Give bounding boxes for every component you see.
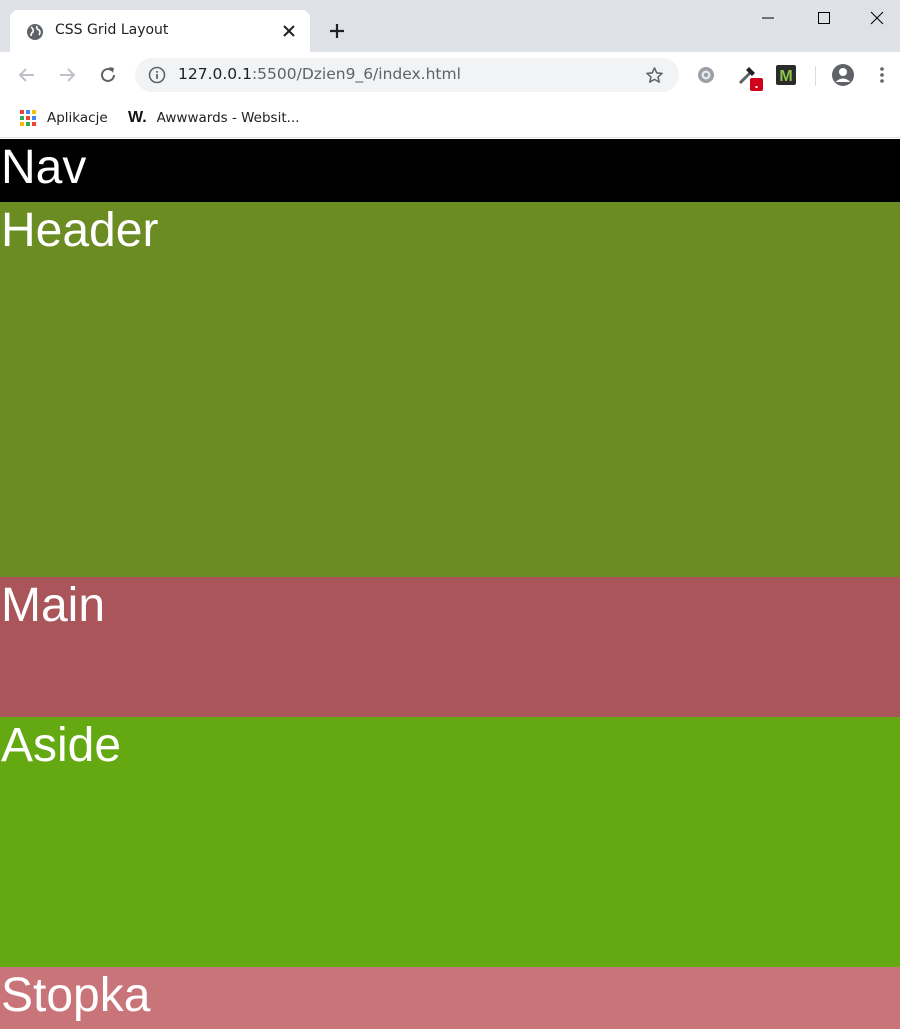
- url-path: :5500/Dzien9_6/index.html: [251, 65, 461, 83]
- close-window-icon: [870, 11, 884, 25]
- toolbar-separator: [815, 66, 816, 86]
- bookmark-label: Aplikacje: [47, 110, 108, 126]
- bookmark-star-icon[interactable]: [645, 66, 664, 85]
- maximize-button[interactable]: [798, 0, 850, 36]
- url-host: 127.0.0.1: [178, 65, 252, 83]
- svg-text:M: M: [779, 68, 792, 85]
- back-arrow-icon[interactable]: [17, 65, 37, 85]
- bookmark-awwwards[interactable]: W. Awwwards - Websit...: [128, 107, 300, 129]
- eyedropper-extension-icon[interactable]: [736, 63, 764, 91]
- globe-icon: [27, 24, 43, 40]
- tab-strip: CSS Grid Layout: [0, 0, 900, 52]
- nav-label: Nav: [1, 141, 87, 194]
- info-icon[interactable]: [148, 66, 166, 84]
- close-tab-icon[interactable]: [280, 22, 298, 40]
- tab-title: CSS Grid Layout: [55, 22, 169, 38]
- bookmark-label: Awwwards - Websit...: [156, 110, 300, 126]
- close-window-button[interactable]: [854, 0, 900, 36]
- page-viewport: Nav Header Main Aside Stopka: [0, 139, 900, 1029]
- aside-section: Aside: [0, 717, 900, 967]
- minimize-icon: [762, 17, 774, 19]
- header-label: Header: [1, 204, 159, 257]
- aside-label: Aside: [1, 719, 122, 772]
- footer-label: Stopka: [1, 969, 151, 1022]
- bookmarks-bar: Aplikacje W. Awwwards - Websit...: [0, 98, 900, 138]
- browser-toolbar: 127.0.0.1:5500/Dzien9_6/index.html M: [0, 52, 900, 98]
- awwwards-logo-icon: W.: [128, 109, 147, 126]
- apps-grid-icon: [20, 110, 36, 126]
- address-bar[interactable]: 127.0.0.1:5500/Dzien9_6/index.html: [135, 58, 679, 92]
- header-section: Header: [0, 202, 900, 577]
- url-text: 127.0.0.1:5500/Dzien9_6/index.html: [178, 65, 461, 83]
- profile-avatar-icon[interactable]: [831, 63, 855, 87]
- new-tab-icon[interactable]: [327, 21, 347, 41]
- menu-kebab-icon[interactable]: [872, 65, 892, 85]
- main-label: Main: [1, 579, 106, 632]
- main-section: Main: [0, 577, 900, 717]
- maximize-icon: [818, 12, 830, 24]
- minimize-button[interactable]: [742, 0, 794, 36]
- reload-icon[interactable]: [98, 65, 118, 85]
- nav-section: Nav: [0, 139, 900, 202]
- forward-arrow-icon[interactable]: [57, 65, 77, 85]
- m-extension-icon[interactable]: M: [776, 65, 796, 85]
- bookmark-apps[interactable]: Aplikacje: [19, 107, 108, 129]
- settings-gear-extension-icon[interactable]: [696, 65, 716, 85]
- footer-section: Stopka: [0, 967, 900, 1029]
- browser-tab[interactable]: CSS Grid Layout: [10, 10, 310, 52]
